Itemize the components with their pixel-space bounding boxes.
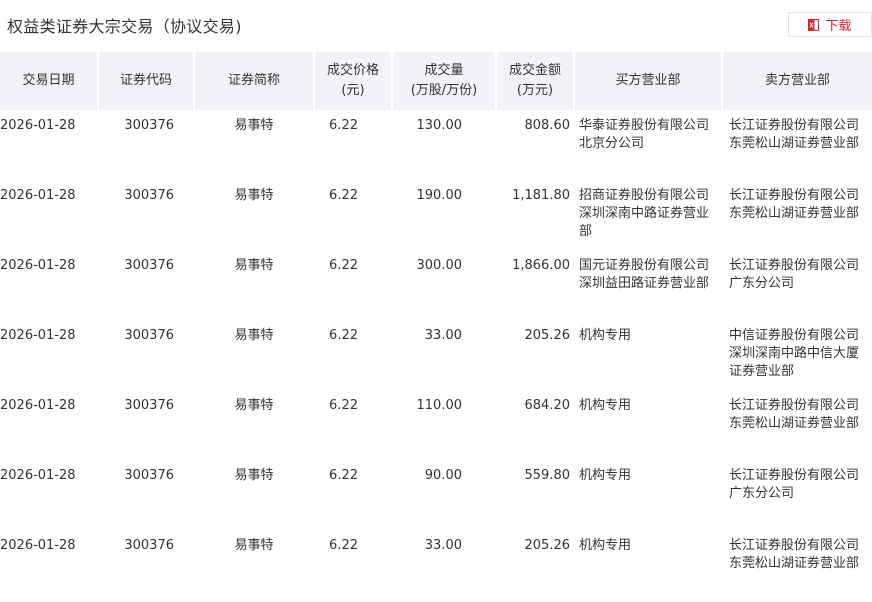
- cell-price: 6.22: [329, 538, 358, 553]
- cell-amount: 1,181.80: [512, 188, 570, 203]
- cell-seller: 中信证券股份有限公司深圳深南中路中信大厦证券营业部: [729, 328, 860, 379]
- cell-volume: 130.00: [416, 118, 463, 133]
- cell-trade-date: 2026-01-28: [0, 258, 76, 273]
- cell-seller: 长江证券股份有限公司东莞松山湖证券营业部: [729, 538, 860, 571]
- cell-buyer: 机构专用: [579, 468, 632, 483]
- download-button[interactable]: 下载: [788, 12, 872, 37]
- cell-buyer: 机构专用: [579, 398, 632, 413]
- cell-security-name: 易事特: [234, 118, 274, 133]
- cell-security-name: 易事特: [234, 328, 274, 343]
- cell-amount: 205.26: [524, 328, 571, 343]
- table-row: 2026-01-28 300376 易事特 6.22 130.00 808.60…: [0, 110, 872, 180]
- cell-security-code: 300376: [124, 118, 174, 133]
- cell-security-code: 300376: [124, 398, 174, 413]
- cell-security-code: 300376: [124, 328, 174, 343]
- cell-price: 6.22: [329, 328, 358, 343]
- cell-buyer: 国元证券股份有限公司深圳益田路证券营业部: [579, 258, 710, 291]
- col-header-price[interactable]: 成交价格 (元): [314, 52, 393, 110]
- table-row: 2026-01-28 300376 易事特 6.22 33.00 205.26 …: [0, 530, 872, 600]
- cell-price: 6.22: [329, 118, 358, 133]
- cell-price: 6.22: [329, 468, 358, 483]
- cell-security-code: 300376: [124, 188, 174, 203]
- cell-volume: 190.00: [416, 188, 463, 203]
- cell-buyer: 机构专用: [579, 328, 632, 343]
- cell-security-code: 300376: [124, 468, 174, 483]
- cell-security-name: 易事特: [234, 188, 274, 203]
- cell-volume: 90.00: [424, 468, 462, 483]
- col-header-amount[interactable]: 成交金额 (万元): [496, 52, 575, 110]
- cell-trade-date: 2026-01-28: [0, 538, 76, 553]
- cell-trade-date: 2026-01-28: [0, 468, 76, 483]
- cell-amount: 559.80: [524, 468, 571, 483]
- cell-volume: 300.00: [416, 258, 463, 273]
- cell-buyer: 招商证券股份有限公司深圳深南中路证券营业部: [579, 188, 710, 239]
- table-row: 2026-01-28 300376 易事特 6.22 300.00 1,866.…: [0, 250, 872, 320]
- title-bar: 权益类证券大宗交易（协议交易) 下载: [0, 0, 872, 50]
- page-title: 权益类证券大宗交易（协议交易): [7, 17, 242, 36]
- cell-volume: 33.00: [424, 538, 462, 553]
- cell-security-name: 易事特: [234, 538, 274, 553]
- cell-security-name: 易事特: [234, 258, 274, 273]
- cell-security-name: 易事特: [234, 398, 274, 413]
- cell-seller: 长江证券股份有限公司广东分公司: [729, 468, 860, 501]
- cell-amount: 205.26: [524, 538, 571, 553]
- cell-volume: 33.00: [424, 328, 462, 343]
- cell-security-code: 300376: [124, 538, 174, 553]
- col-header-buyer[interactable]: 买方营业部: [574, 52, 723, 110]
- cell-buyer: 华泰证券股份有限公司北京分公司: [579, 118, 710, 151]
- cell-seller: 长江证券股份有限公司东莞松山湖证券营业部: [729, 398, 860, 431]
- cell-seller: 长江证券股份有限公司东莞松山湖证券营业部: [729, 188, 860, 221]
- col-header-seller[interactable]: 卖方营业部: [722, 52, 872, 110]
- cell-trade-date: 2026-01-28: [0, 328, 76, 343]
- cell-price: 6.22: [329, 398, 358, 413]
- cell-trade-date: 2026-01-28: [0, 398, 76, 413]
- cell-buyer: 机构专用: [579, 538, 632, 553]
- table-row: 2026-01-28 300376 易事特 6.22 110.00 684.20…: [0, 390, 872, 460]
- col-header-volume[interactable]: 成交量 (万股/万份): [392, 52, 497, 110]
- download-label: 下载: [825, 19, 852, 34]
- cell-trade-date: 2026-01-28: [0, 118, 76, 133]
- block-trade-table: 交易日期 证券代码 证券简称 成交价格 (元) 成交量 (万股/万份) 成交金额…: [0, 52, 872, 600]
- cell-amount: 808.60: [524, 118, 571, 133]
- cell-security-name: 易事特: [234, 468, 274, 483]
- cell-security-code: 300376: [124, 258, 174, 273]
- excel-file-icon: [808, 18, 820, 31]
- cell-seller: 长江证券股份有限公司东莞松山湖证券营业部: [729, 118, 860, 151]
- cell-amount: 684.20: [524, 398, 571, 413]
- cell-trade-date: 2026-01-28: [0, 188, 76, 203]
- col-header-security-name[interactable]: 证券简称: [194, 52, 315, 110]
- cell-price: 6.22: [329, 258, 358, 273]
- cell-volume: 110.00: [416, 398, 463, 413]
- col-header-trade-date[interactable]: 交易日期: [0, 52, 99, 110]
- cell-amount: 1,866.00: [512, 258, 570, 273]
- cell-price: 6.22: [329, 188, 358, 203]
- cell-seller: 长江证券股份有限公司广东分公司: [729, 258, 860, 291]
- table-header: 交易日期 证券代码 证券简称 成交价格 (元) 成交量 (万股/万份) 成交金额…: [0, 52, 872, 110]
- table-row: 2026-01-28 300376 易事特 6.22 33.00 205.26 …: [0, 320, 872, 390]
- table-row: 2026-01-28 300376 易事特 6.22 90.00 559.80 …: [0, 460, 872, 530]
- col-header-security-code[interactable]: 证券代码: [98, 52, 195, 110]
- table-row: 2026-01-28 300376 易事特 6.22 190.00 1,181.…: [0, 180, 872, 250]
